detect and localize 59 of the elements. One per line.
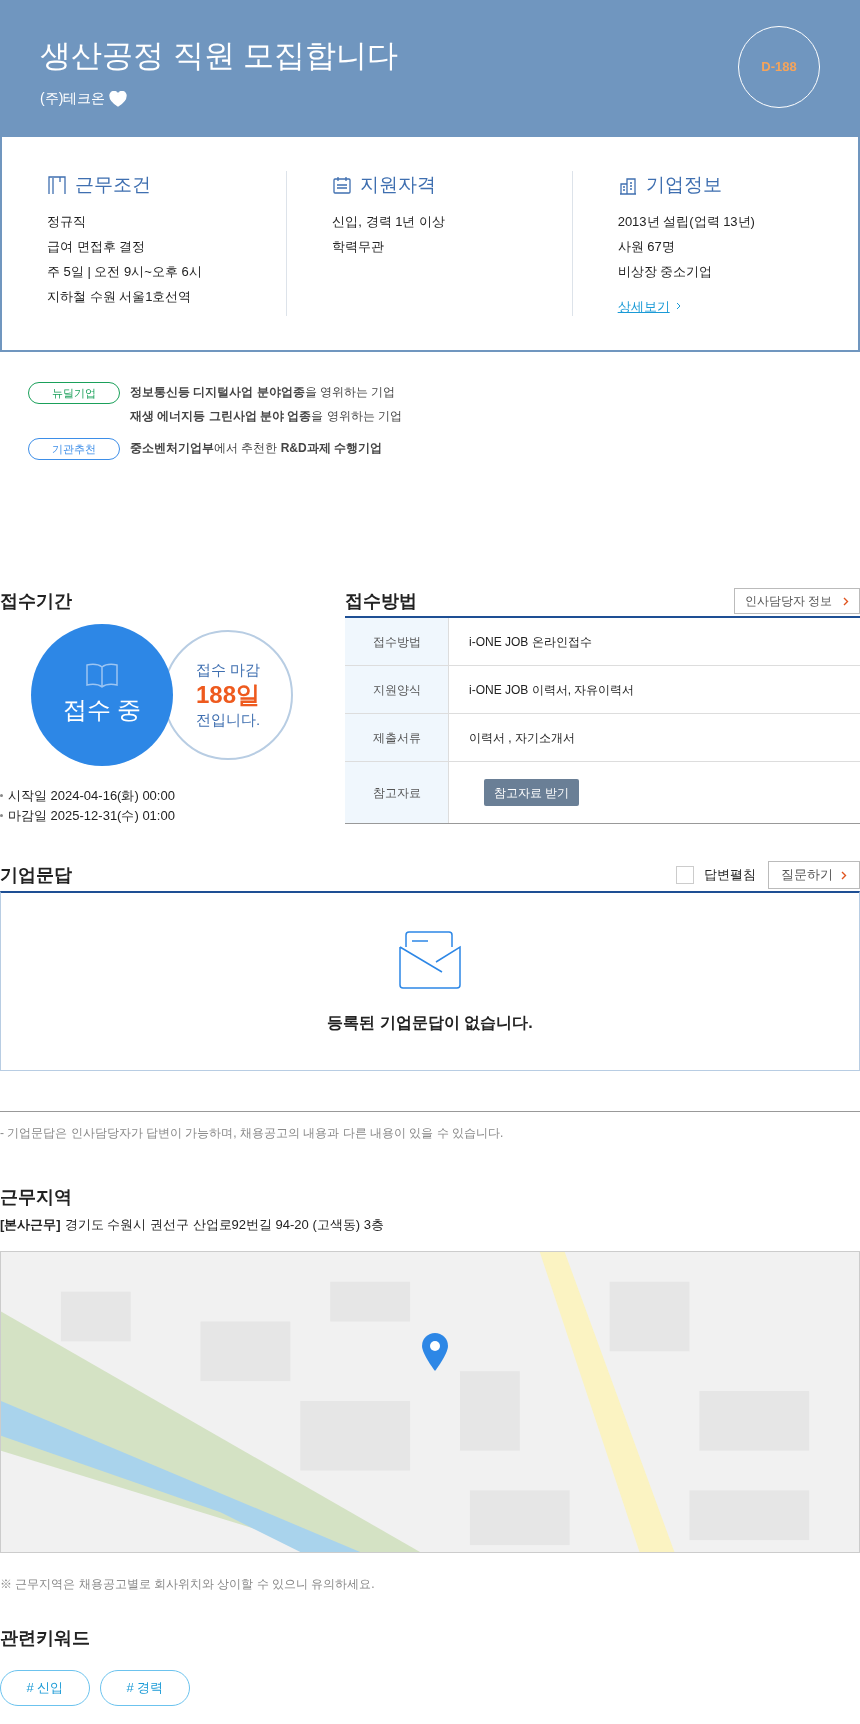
job-title: 생산공정 직원 모집합니다 (40, 37, 399, 75)
heart-icon[interactable] (109, 90, 128, 107)
deadline-label: 접수 마감 (195, 659, 261, 680)
table-header-cell: 제출서류 (345, 714, 449, 761)
qa-note: - 기업문답은 인사담당자가 답변이 가능하며, 채용공고의 내용과 다른 내용이 있을 수 있습니다. (0, 1126, 504, 1140)
summary-line: 비상장 중소기업 (617, 263, 714, 279)
summary-line: 신입, 경력 1년 이상 (332, 213, 446, 229)
keyword-chip[interactable]: # 경력 (100, 1669, 190, 1706)
address: 경기도 수원시 권선구 산업로92번길 94-20 (고색동) 3층 (64, 1216, 384, 1234)
status-text: 접수 중 (62, 695, 142, 725)
table-cell-text: i-ONE JOB 이력서, 자유이력서 (469, 681, 635, 699)
chevron-right-icon (843, 596, 849, 606)
summary-line: 지하철 수원 서울1호선역 (47, 288, 193, 304)
section-heading: 접수기간 (0, 590, 73, 613)
summary-heading: 기업정보 (645, 173, 722, 197)
table-header-cell: 지원양식 (345, 666, 449, 713)
tag-description: 정보통신등 디지털사업 분야업종을 영위하는 기업 (130, 385, 397, 400)
section-heading: 접수방법 (345, 589, 417, 613)
section-heading: 기업문답 (0, 864, 72, 887)
envelope-icon (399, 928, 461, 989)
contact-info-button[interactable]: 인사담당자 정보 (734, 588, 860, 614)
summary-line: 정규직 (47, 213, 87, 229)
table-header-cell: 접수방법 (345, 618, 449, 665)
detail-link[interactable]: 상세보기 (617, 296, 670, 316)
tag-description: 중소벤처기업부에서 추천한 R&D과제 수행기업 (130, 441, 382, 456)
bullet-icon (0, 794, 3, 798)
summary-line: 2013년 설립(업력 13년) (617, 213, 756, 229)
book-icon (85, 662, 119, 688)
ask-question-button[interactable]: 질문하기 (768, 861, 860, 889)
section-heading: 관련키워드 (0, 1626, 91, 1650)
table-header-cell: 참고자료 (345, 762, 449, 823)
deadline-suffix: 전입니다. (195, 710, 261, 730)
summary-line: 학력무관 (332, 238, 386, 254)
date-line: 시작일 2024-04-16(화) 00:00 (8, 787, 175, 805)
empty-message: 등록된 기업문답이 없습니다. (327, 1012, 533, 1033)
chevron-right-icon (675, 302, 681, 311)
table-cell-text: 이력서 , 자기소개서 (469, 729, 575, 747)
calendar-icon (332, 175, 353, 196)
date-line: 마감일 2025-12-31(수) 01:00 (8, 806, 175, 825)
chevron-right-icon (841, 870, 847, 880)
tag-description: 재생 에너지등 그린사업 분야 업종을 영위하는 기업 (130, 409, 402, 424)
table-cell-text: i-ONE JOB 온라인접수 (469, 633, 592, 651)
location-note: ※ 근무지역은 채용공고별로 회사위치와 상이할 수 있으니 유의하세요. (0, 1576, 375, 1591)
summary-line: 주 5일 | 오전 9시~오후 6시 (47, 263, 203, 279)
checkbox[interactable] (676, 866, 694, 884)
location-pin-icon (421, 1331, 449, 1372)
checkbox-label: 답변펼침 (704, 866, 756, 885)
office-tag: [본사근무] (0, 1215, 61, 1235)
days-remaining: 188일 (195, 681, 260, 709)
door-icon (47, 175, 67, 196)
summary-heading: 지원자격 (360, 173, 437, 197)
summary-heading: 근무조건 (75, 173, 151, 197)
summary-line: 사원 67명 (617, 238, 676, 254)
bullet-icon (0, 813, 3, 817)
summary-line: 급여 면접후 결정 (47, 238, 147, 254)
company-name: (주)테크온 (40, 89, 106, 108)
building-icon (617, 175, 638, 196)
download-button[interactable]: 참고자료 받기 (484, 779, 580, 806)
section-heading: 근무지역 (0, 1186, 73, 1209)
